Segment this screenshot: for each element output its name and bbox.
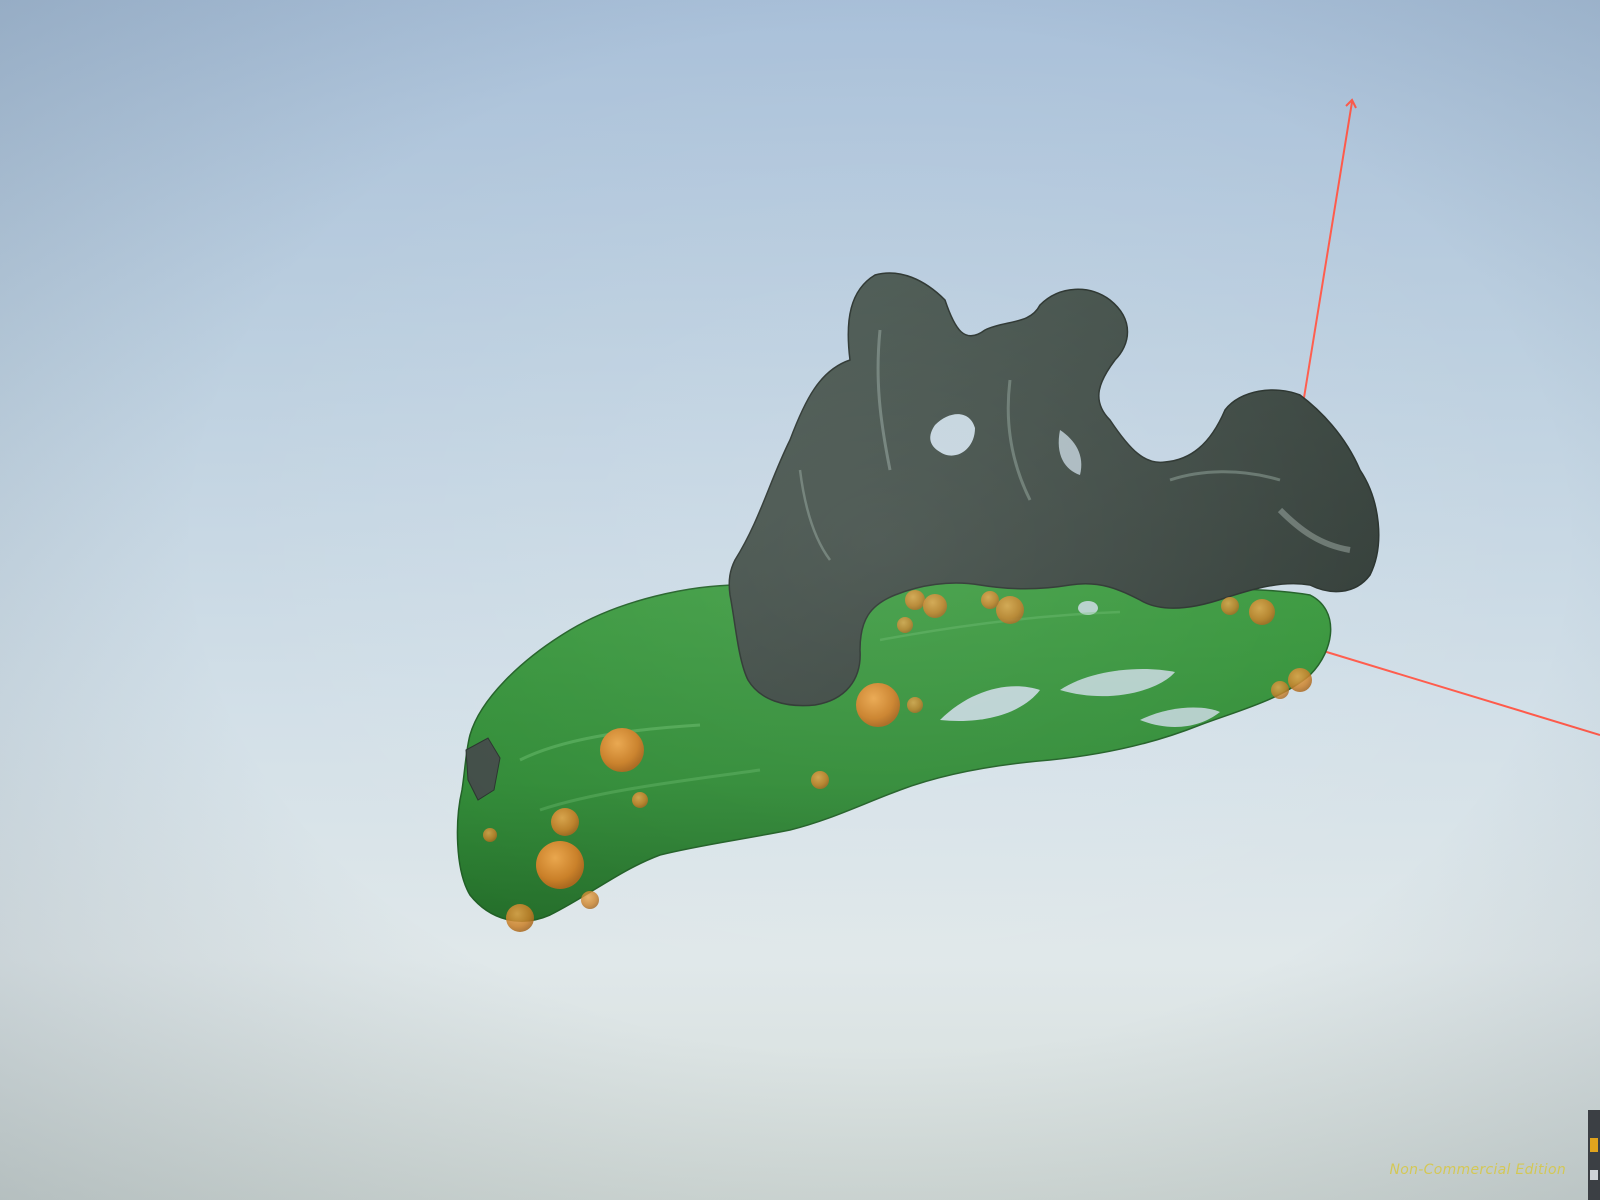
orange-sphere xyxy=(551,808,579,836)
toolbar-chip[interactable] xyxy=(1590,1170,1598,1180)
orange-sphere xyxy=(905,590,925,610)
orange-sphere xyxy=(856,683,900,727)
orange-sphere xyxy=(1271,681,1289,699)
orange-sphere xyxy=(536,841,584,889)
edition-label: Non-Commercial Edition xyxy=(1389,1162,1566,1178)
orange-sphere xyxy=(581,891,599,909)
corner-toolbar[interactable] xyxy=(1588,1110,1600,1200)
orange-sphere xyxy=(897,617,913,633)
orange-sphere xyxy=(1249,599,1275,625)
orange-sphere xyxy=(923,594,947,618)
orange-sphere xyxy=(996,596,1024,624)
horizontal-axis-line xyxy=(1319,649,1600,736)
green-mesh[interactable] xyxy=(456,574,1332,922)
orange-sphere xyxy=(632,792,648,808)
toolbar-chip[interactable] xyxy=(1590,1138,1598,1152)
orange-sphere xyxy=(907,697,923,713)
3d-scene[interactable] xyxy=(0,0,1600,1200)
orange-sphere xyxy=(1288,668,1312,692)
orange-sphere xyxy=(506,904,534,932)
orange-sphere xyxy=(1221,597,1239,615)
orange-sphere xyxy=(811,771,829,789)
orange-sphere xyxy=(981,591,999,609)
orange-sphere xyxy=(483,828,497,842)
orange-sphere xyxy=(600,728,644,772)
3d-viewport[interactable]: Non-Commercial Edition xyxy=(0,0,1600,1200)
vertical-axis-line xyxy=(1301,101,1353,411)
